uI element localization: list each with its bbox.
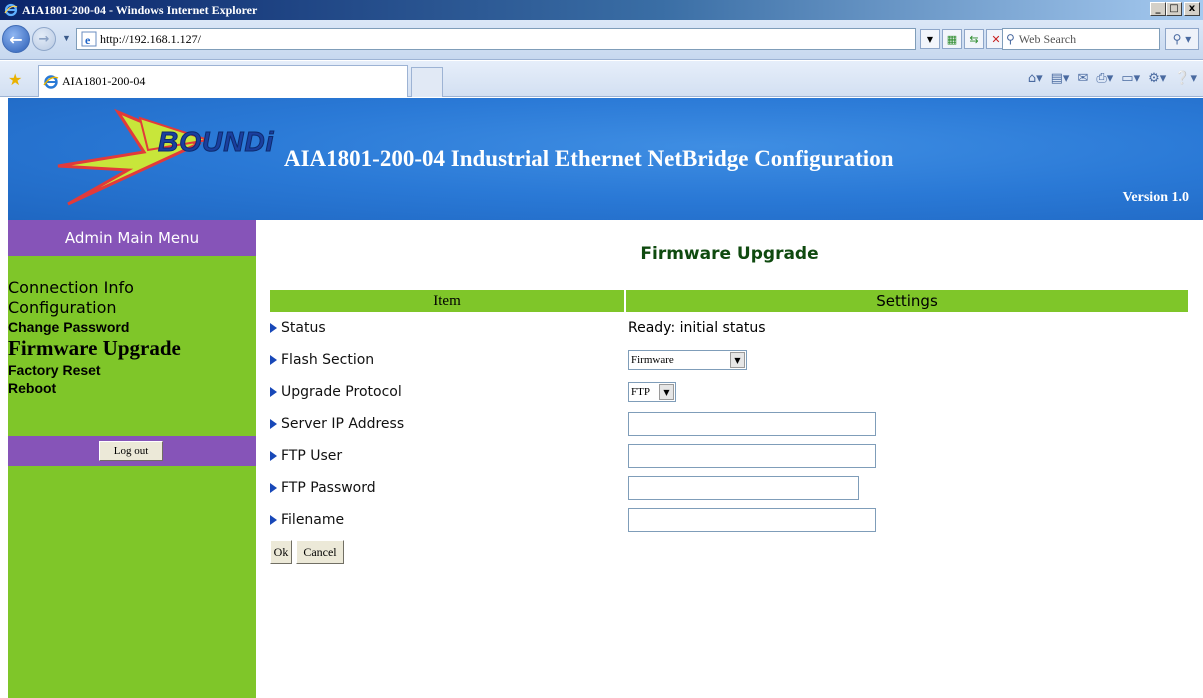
close-button[interactable]: x — [1184, 2, 1200, 16]
search-go-button[interactable]: ⚲ ▾ — [1165, 28, 1199, 50]
tab-ie-icon — [43, 74, 59, 90]
banner-title: AIA1801-200-04 Industrial Ethernet NetBr… — [284, 146, 894, 171]
home-icon[interactable]: ⌂▾ — [1028, 71, 1043, 86]
window-titlebar: AIA1801-200-04 - Windows Internet Explor… — [0, 0, 1203, 20]
page-icon[interactable]: ▭▾ — [1121, 71, 1140, 86]
refresh-icon: ⇆ — [969, 32, 979, 46]
upgrade-protocol-selected: FTP — [631, 386, 650, 398]
page-favicon-icon: e — [81, 31, 97, 47]
cancel-button[interactable]: Cancel — [296, 540, 344, 564]
row-status: Status Ready: initial status — [270, 314, 1188, 342]
compatibility-button[interactable]: ▦ — [942, 29, 962, 49]
search-placeholder: Web Search — [1018, 31, 1077, 46]
filename-label: Filename — [281, 512, 345, 528]
aboundi-logo: BOUNDi — [48, 106, 288, 216]
flash-section-selected: Firmware — [631, 354, 674, 366]
bullet-triangle-icon — [270, 387, 277, 397]
server-ip-label: Server IP Address — [281, 416, 405, 432]
menu-reboot[interactable]: Reboot — [8, 379, 256, 397]
chevron-down-icon: ▼ — [926, 34, 934, 44]
bullet-triangle-icon — [270, 323, 277, 333]
recent-pages-dropdown[interactable]: ▼ — [62, 33, 71, 43]
menu-factory-reset[interactable]: Factory Reset — [8, 361, 256, 379]
address-dropdown-button[interactable]: ▼ — [920, 29, 940, 49]
back-button[interactable]: ← — [2, 25, 30, 53]
filename-input[interactable] — [628, 508, 876, 532]
status-label: Status — [281, 320, 326, 336]
column-header-item: Item — [270, 290, 624, 312]
flash-section-label: Flash Section — [281, 352, 375, 368]
address-toolbar: ← → ▼ e http://192.168.1.127/ ▼ ▦ ⇆ ✕ ⚲ … — [0, 20, 1203, 60]
maximize-button[interactable]: □ — [1166, 2, 1182, 16]
flash-section-select[interactable]: Firmware ▼ — [628, 350, 747, 370]
tab-aia1801[interactable]: AIA1801-200-04 — [38, 65, 408, 97]
bullet-triangle-icon — [270, 483, 277, 493]
tools-icon[interactable]: ⚙▾ — [1148, 71, 1166, 86]
server-ip-input[interactable] — [628, 412, 876, 436]
search-go-icon: ⚲ ▾ — [1172, 32, 1192, 46]
search-input[interactable]: ⚲ Web Search — [1002, 28, 1160, 50]
bullet-triangle-icon — [270, 451, 277, 461]
chevron-down-icon: ▼ — [730, 352, 745, 368]
row-server-ip: Server IP Address — [270, 410, 1188, 438]
mail-icon[interactable]: ✉ — [1077, 71, 1088, 86]
ftp-user-input[interactable] — [628, 444, 876, 468]
web-page: BOUNDi AIA1801-200-04 Industrial Etherne… — [8, 98, 1203, 698]
page-icon: ▦ — [946, 32, 958, 46]
table-header: Item Settings — [270, 290, 1188, 312]
menu-configuration[interactable]: Configuration — [8, 298, 256, 318]
ie-icon — [3, 2, 19, 18]
bullet-triangle-icon — [270, 515, 277, 525]
back-icon: ← — [9, 29, 23, 49]
ftp-password-label: FTP Password — [281, 480, 376, 496]
bullet-triangle-icon — [270, 419, 277, 429]
sidebar-header: Admin Main Menu — [8, 220, 256, 256]
refresh-button[interactable]: ⇆ — [964, 29, 984, 49]
menu-firmware-upgrade[interactable]: Firmware Upgrade — [8, 336, 256, 361]
menu-connection-info[interactable]: Connection Info — [8, 278, 256, 298]
favorites-star-icon[interactable]: ★ — [8, 70, 22, 89]
window-title: AIA1801-200-04 - Windows Internet Explor… — [22, 2, 258, 17]
admin-menu: Connection Info Configuration Change Pas… — [8, 278, 256, 397]
row-flash-section: Flash Section Firmware ▼ — [270, 346, 1188, 374]
ftp-password-input[interactable] — [628, 476, 859, 500]
print-icon[interactable]: ⎙▾ — [1096, 71, 1113, 86]
feeds-icon[interactable]: ▤▾ — [1051, 71, 1070, 86]
logout-strip: Log out — [8, 436, 256, 466]
tab-bar: ★ AIA1801-200-04 ⌂▾ ▤▾ ✉ ⎙▾ ▭▾ ⚙▾ ❔▾ — [0, 61, 1203, 97]
address-bar[interactable]: e http://192.168.1.127/ — [76, 28, 916, 50]
new-tab-button[interactable] — [411, 67, 443, 97]
main-content: Firmware Upgrade Item Settings Status Re… — [256, 220, 1203, 698]
svg-text:e: e — [85, 33, 91, 47]
command-bar: ⌂▾ ▤▾ ✉ ⎙▾ ▭▾ ⚙▾ ❔▾ — [1028, 71, 1197, 86]
minimize-button[interactable]: _ — [1150, 2, 1166, 16]
page-title: Firmware Upgrade — [640, 244, 819, 264]
header-banner: BOUNDi AIA1801-200-04 Industrial Etherne… — [8, 98, 1203, 220]
ftp-user-label: FTP User — [281, 448, 343, 464]
forward-icon: → — [38, 31, 50, 47]
row-ftp-user: FTP User — [270, 442, 1188, 470]
logout-button[interactable]: Log out — [99, 441, 163, 461]
stop-icon: ✕ — [991, 32, 1001, 46]
search-icon: ⚲ — [1006, 32, 1015, 46]
admin-sidebar: Admin Main Menu Connection Info Configur… — [8, 220, 256, 698]
menu-change-password[interactable]: Change Password — [8, 318, 256, 336]
row-upgrade-protocol: Upgrade Protocol FTP ▼ — [270, 378, 1188, 406]
row-ftp-password: FTP Password — [270, 474, 1188, 502]
ok-button[interactable]: Ok — [270, 540, 292, 564]
form-buttons: Ok Cancel — [270, 540, 470, 566]
logo-text: BOUNDi — [157, 126, 275, 158]
tab-title: AIA1801-200-04 — [62, 74, 146, 88]
row-filename: Filename — [270, 506, 1188, 534]
forward-button[interactable]: → — [32, 27, 56, 51]
chevron-down-icon: ▼ — [659, 384, 674, 400]
help-icon[interactable]: ❔▾ — [1174, 71, 1197, 86]
upgrade-protocol-select[interactable]: FTP ▼ — [628, 382, 676, 402]
upgrade-protocol-label: Upgrade Protocol — [281, 384, 402, 400]
version-label: Version 1.0 — [1122, 190, 1189, 205]
status-value: Ready: initial status — [628, 320, 766, 336]
bullet-triangle-icon — [270, 355, 277, 365]
address-url: http://192.168.1.127/ — [100, 31, 202, 46]
column-header-settings: Settings — [626, 290, 1188, 312]
